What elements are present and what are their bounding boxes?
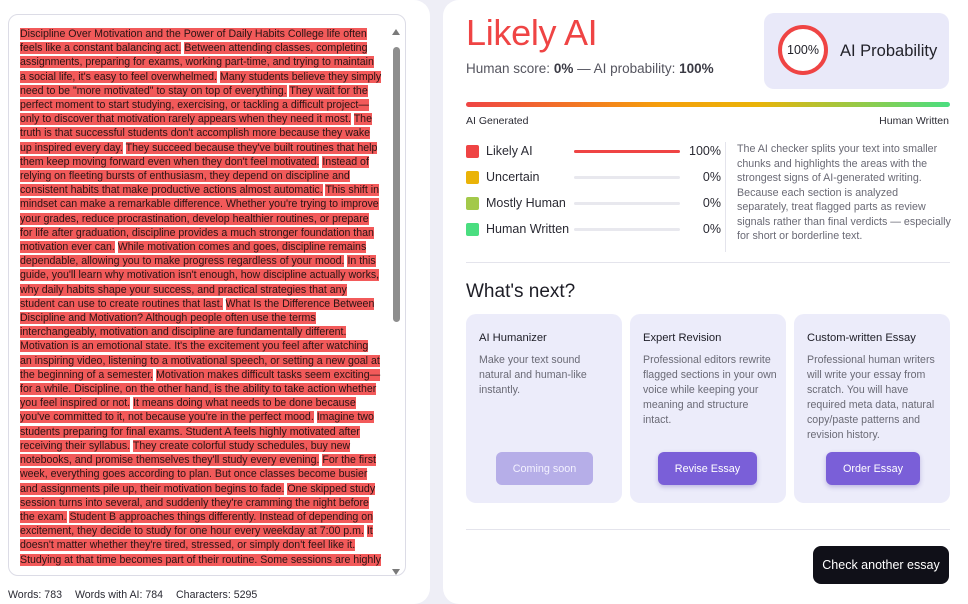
legend-swatch xyxy=(466,223,479,236)
legend-bar-track xyxy=(574,150,680,153)
legend-label: Mostly Human xyxy=(486,196,566,210)
explanation-text: The AI checker splits your text into sma… xyxy=(737,143,951,242)
legend-bar-track xyxy=(574,176,680,179)
scale-right-label: Human Written xyxy=(879,115,949,127)
category-legend: Likely AI 100% Uncertain 0% Mostly Human 0% Hu… xyxy=(466,141,721,245)
human-score-label: Human score: xyxy=(466,61,551,76)
text-panel: Discipline Over Motivation and the Power… xyxy=(0,0,430,604)
scroll-down-arrow-icon[interactable] xyxy=(392,569,400,575)
card-description: Professional editors rewrite flagged sec… xyxy=(643,354,777,426)
divider xyxy=(466,529,950,530)
legend-swatch xyxy=(466,171,479,184)
card-title: Expert Revision xyxy=(643,332,722,344)
ai-highlighted-segment: Student B approaches things differently.… xyxy=(20,510,373,538)
card-title: AI Humanizer xyxy=(479,332,547,344)
ring-value: 100% xyxy=(787,43,819,57)
card-action-button[interactable]: Order Essay xyxy=(826,452,920,485)
legend-row: Mostly Human 0% xyxy=(466,193,721,219)
legend-row: Uncertain 0% xyxy=(466,167,721,193)
legend-label: Uncertain xyxy=(486,170,540,184)
legend-swatch xyxy=(466,197,479,210)
legend-swatch xyxy=(466,145,479,158)
character-count: Characters: 5295 xyxy=(176,589,258,601)
next-step-card: Custom-written Essay Professional human w… xyxy=(794,314,950,503)
legend-percent: 0% xyxy=(702,170,721,184)
legend-label: Human Written xyxy=(486,222,570,236)
check-another-essay-button[interactable]: Check another essay xyxy=(813,546,949,584)
scroll-up-arrow-icon[interactable] xyxy=(392,29,400,35)
legend-percent: 0% xyxy=(702,222,721,236)
ai-human-scale xyxy=(466,102,950,107)
scroll-thumb[interactable] xyxy=(393,47,400,322)
ai-probability-card: 100% AI Probability xyxy=(764,13,949,89)
legend-row: Likely AI 100% xyxy=(466,141,721,167)
score-summary: Human score: 0% — AI probability: 100% xyxy=(466,61,714,76)
whats-next-heading: What's next? xyxy=(466,281,576,302)
score-separator: — xyxy=(573,61,594,76)
ai-word-count: Words with AI: 784 xyxy=(74,589,164,601)
legend-percent: 0% xyxy=(702,196,721,210)
legend-bar-fill xyxy=(574,150,680,153)
scrollbar[interactable] xyxy=(390,29,402,575)
next-step-card: AI Humanizer Make your text sound natural… xyxy=(466,314,622,503)
card-description: Professional human writers will write yo… xyxy=(807,354,935,441)
card-title: Custom-written Essay xyxy=(807,332,916,344)
essay-text-box[interactable]: Discipline Over Motivation and the Power… xyxy=(8,14,406,576)
text-stats: Words: 783 Words with AI: 784 Characters… xyxy=(8,589,267,601)
divider xyxy=(466,262,950,263)
legend-label: Likely AI xyxy=(486,144,533,158)
scale-left-label: AI Generated xyxy=(466,115,529,127)
essay-text[interactable]: Discipline Over Motivation and the Power… xyxy=(20,27,382,567)
result-panel: Likely AI Human score: 0% — AI probabili… xyxy=(443,0,968,604)
word-count: Words: 783 xyxy=(8,589,62,601)
legend-row: Human Written 0% xyxy=(466,219,721,245)
ring-label: AI Probability xyxy=(840,42,938,60)
legend-percent: 100% xyxy=(689,144,721,158)
ai-prob-value: 100% xyxy=(679,61,714,76)
card-action-button[interactable]: Coming soon xyxy=(496,452,593,485)
divider xyxy=(725,142,726,252)
probability-ring: 100% xyxy=(778,25,828,75)
next-step-card: Expert Revision Professional editors rewr… xyxy=(630,314,786,503)
ai-highlighted-segment: Studying at that time becomes part of th… xyxy=(20,553,381,566)
ai-prob-label: AI probability: xyxy=(593,61,676,76)
legend-bar-track xyxy=(574,228,680,231)
verdict-title: Likely AI xyxy=(466,12,598,53)
legend-bar-track xyxy=(574,202,680,205)
card-action-button[interactable]: Revise Essay xyxy=(658,452,757,485)
card-description: Make your text sound natural and human-l… xyxy=(479,354,587,396)
human-score-value: 0% xyxy=(553,61,574,76)
